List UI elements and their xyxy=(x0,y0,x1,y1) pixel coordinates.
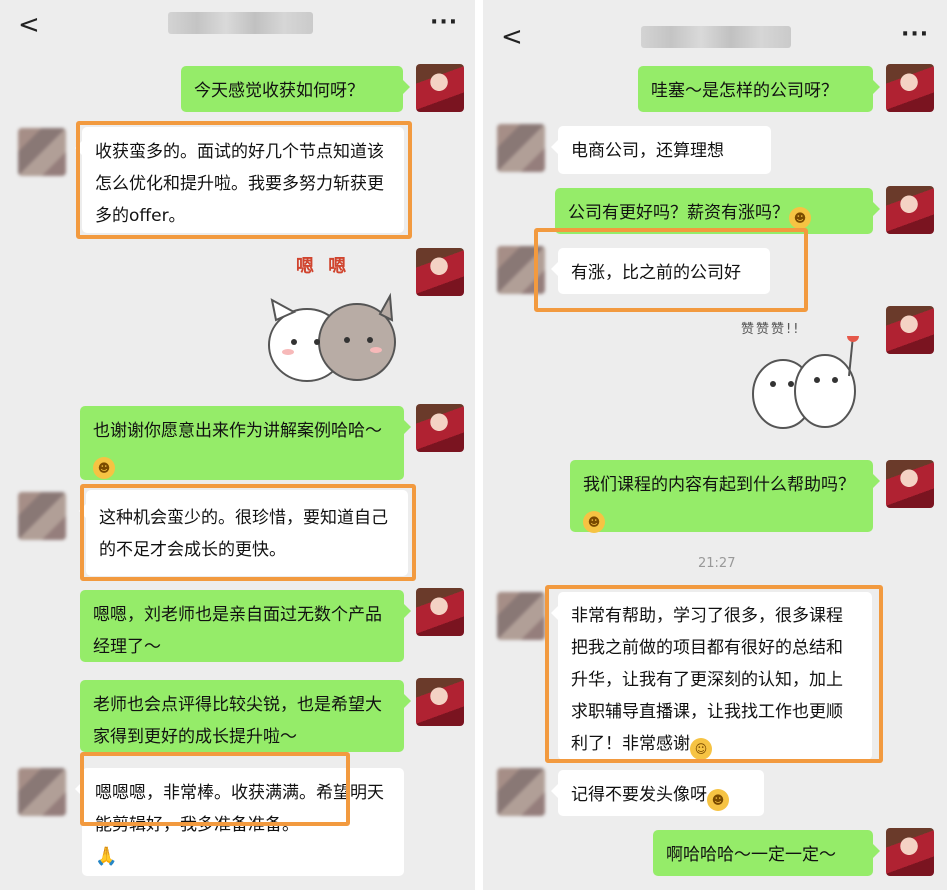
my-avatar[interactable] xyxy=(886,460,934,508)
message-bubble-sent: 啊哈哈哈～一定一定～ xyxy=(653,830,880,876)
back-arrow-icon[interactable]: < xyxy=(501,24,523,50)
right-chat-panel: < ··· 哇塞～是怎样的公司呀？ 电商公司，还算理想 公司有更好吗？薪资有涨吗… xyxy=(483,0,947,890)
more-icon[interactable]: ··· xyxy=(901,24,929,46)
folded-hands-emoji-icon: 🙏 xyxy=(95,846,118,867)
message-bubble-sent: 嗯嗯，刘老师也是亲自面过无数个产品经理了～ xyxy=(80,590,411,662)
grin-emoji-icon: ☻ xyxy=(583,511,605,533)
cat-sticker xyxy=(262,290,402,385)
message-bubble-sent: 老师也会点评得比较尖锐，也是希望大家得到更好的成长提升啦～ xyxy=(80,680,411,752)
my-avatar[interactable] xyxy=(416,588,464,636)
grin-emoji-icon: ☻ xyxy=(707,789,729,811)
message-text: 公司有更好吗？薪资有涨吗？ xyxy=(568,203,789,223)
my-avatar[interactable] xyxy=(886,828,934,876)
my-avatar[interactable] xyxy=(416,64,464,112)
message-bubble-sent: 也谢谢你愿意出来作为讲解案例哈哈～ ☻ xyxy=(80,406,411,480)
contact-avatar[interactable] xyxy=(497,124,545,172)
message-text: 我们课程的内容有起到什么帮助吗？ xyxy=(583,475,855,495)
chat-title-blurred xyxy=(641,26,791,48)
left-chat-panel: < ··· 今天感觉收获如何呀？ 收获蛮多的。面试的好几个节点知道该怎么优化和提… xyxy=(0,0,475,890)
highlight-box xyxy=(545,585,883,763)
my-avatar[interactable] xyxy=(886,306,934,354)
highlight-box xyxy=(80,752,350,826)
message-bubble-received: 电商公司，还算理想 xyxy=(551,126,771,174)
my-avatar[interactable] xyxy=(416,678,464,726)
message-bubble-sent: 今天感觉收获如何呀？ xyxy=(181,66,410,112)
grin-emoji-icon: ☻ xyxy=(93,457,115,479)
more-icon[interactable]: ··· xyxy=(430,12,458,34)
highlight-box xyxy=(76,121,412,239)
chat-title-blurred xyxy=(168,12,313,34)
highlight-box xyxy=(534,228,808,312)
my-avatar[interactable] xyxy=(886,64,934,112)
contact-avatar[interactable] xyxy=(18,128,66,176)
contact-avatar[interactable] xyxy=(18,768,66,816)
contact-avatar[interactable] xyxy=(497,592,545,640)
grin-emoji-icon: ☻ xyxy=(789,207,811,229)
message-text: 记得不要发头像呀 xyxy=(571,785,707,805)
contact-avatar[interactable] xyxy=(18,492,66,540)
message-bubble-received: 记得不要发头像呀 ☻ xyxy=(551,770,764,816)
message-bubble-sent: 我们课程的内容有起到什么帮助吗？ ☻ xyxy=(570,460,880,533)
my-avatar[interactable] xyxy=(416,248,464,296)
contact-avatar[interactable] xyxy=(497,768,545,816)
highlight-box xyxy=(80,484,416,581)
my-avatar[interactable] xyxy=(886,186,934,234)
panda-sticker xyxy=(745,330,865,436)
timestamp: 21:27 xyxy=(698,556,736,571)
back-arrow-icon[interactable]: < xyxy=(18,12,40,38)
sticker-caption: 嗯 嗯 xyxy=(296,256,351,277)
my-avatar[interactable] xyxy=(416,404,464,452)
message-bubble-sent: 哇塞～是怎样的公司呀？ xyxy=(638,66,880,112)
message-text: 也谢谢你愿意出来作为讲解案例哈哈～ xyxy=(93,421,382,441)
sticker-caption: 赞赞赞!! xyxy=(741,322,801,337)
